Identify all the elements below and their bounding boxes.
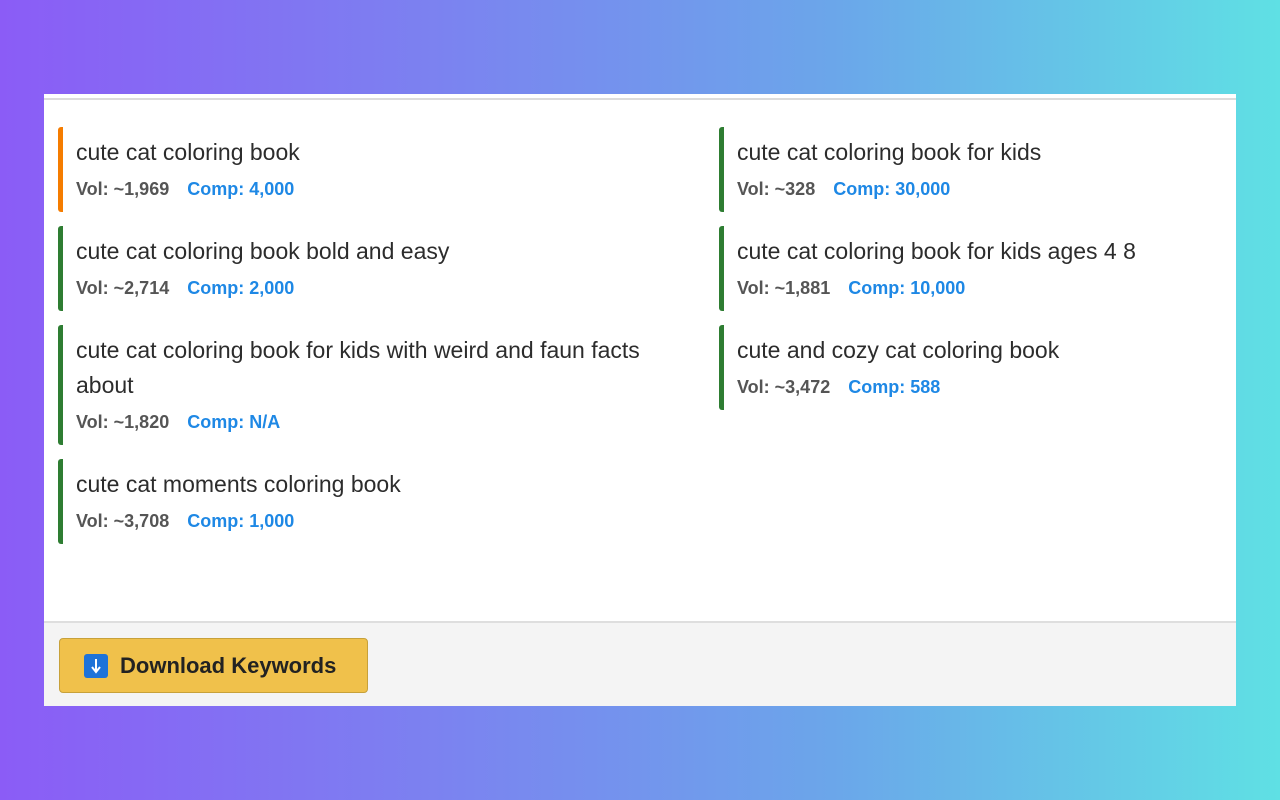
keyword-competition: Comp: 30,000 (833, 179, 951, 199)
keyword-title: cute cat moments coloring book (76, 471, 401, 497)
keyword-meta: Vol: ~3,708 Comp: 1,000 (76, 511, 719, 532)
keyword-volume: Vol: ~1,820 (76, 412, 170, 432)
keyword-title: cute cat coloring book for kids (737, 139, 1042, 165)
keyword-item[interactable]: cute cat coloring book for kids with wei… (58, 325, 719, 445)
keyword-column-right: cute cat coloring book for kids Vol: ~32… (719, 127, 1228, 558)
keyword-panel: cute cat coloring book Vol: ~1,969 Comp:… (44, 94, 1236, 706)
keyword-volume: Vol: ~3,708 (76, 511, 170, 531)
keyword-competition: Comp: 588 (848, 377, 941, 397)
keyword-item[interactable]: cute and cozy cat coloring book Vol: ~3,… (719, 325, 1228, 410)
keyword-item[interactable]: cute cat coloring book bold and easy Vol… (58, 226, 719, 311)
keyword-meta: Vol: ~328 Comp: 30,000 (737, 179, 1228, 200)
keyword-title: cute cat coloring book for kids ages 4 8 (737, 238, 1136, 264)
keyword-grid: cute cat coloring book Vol: ~1,969 Comp:… (58, 127, 1228, 558)
keyword-volume: Vol: ~328 (737, 179, 816, 199)
keyword-competition: Comp: N/A (187, 412, 281, 432)
keyword-volume: Vol: ~3,472 (737, 377, 831, 397)
keyword-competition: Comp: 10,000 (848, 278, 966, 298)
keyword-item[interactable]: cute cat coloring book for kids Vol: ~32… (719, 127, 1228, 212)
download-keywords-button[interactable]: Download Keywords (59, 638, 368, 693)
keyword-meta: Vol: ~1,969 Comp: 4,000 (76, 179, 719, 200)
keyword-volume: Vol: ~1,881 (737, 278, 831, 298)
download-arrow-icon (84, 653, 108, 678)
panel-divider (44, 94, 1236, 100)
keyword-volume: Vol: ~1,969 (76, 179, 170, 199)
keyword-title: cute and cozy cat coloring book (737, 337, 1060, 363)
download-button-label: Download Keywords (120, 652, 337, 678)
keyword-competition: Comp: 4,000 (187, 179, 295, 199)
keyword-volume: Vol: ~2,714 (76, 278, 170, 298)
keyword-title: cute cat coloring book bold and easy (76, 238, 450, 264)
keyword-meta: Vol: ~3,472 Comp: 588 (737, 377, 1228, 398)
keyword-item[interactable]: cute cat coloring book for kids ages 4 8… (719, 226, 1228, 311)
keyword-title: cute cat coloring book (76, 139, 300, 165)
keyword-competition: Comp: 1,000 (187, 511, 295, 531)
keyword-meta: Vol: ~1,820 Comp: N/A (76, 412, 719, 433)
keyword-competition: Comp: 2,000 (187, 278, 295, 298)
keyword-meta: Vol: ~2,714 Comp: 2,000 (76, 278, 719, 299)
panel-footer: Download Keywords (44, 621, 1236, 706)
keyword-meta: Vol: ~1,881 Comp: 10,000 (737, 278, 1228, 299)
keyword-column-left: cute cat coloring book Vol: ~1,969 Comp:… (58, 127, 719, 558)
keyword-item[interactable]: cute cat coloring book Vol: ~1,969 Comp:… (58, 127, 719, 212)
keyword-item[interactable]: cute cat moments coloring book Vol: ~3,7… (58, 459, 719, 544)
keyword-title: cute cat coloring book for kids with wei… (76, 337, 640, 398)
